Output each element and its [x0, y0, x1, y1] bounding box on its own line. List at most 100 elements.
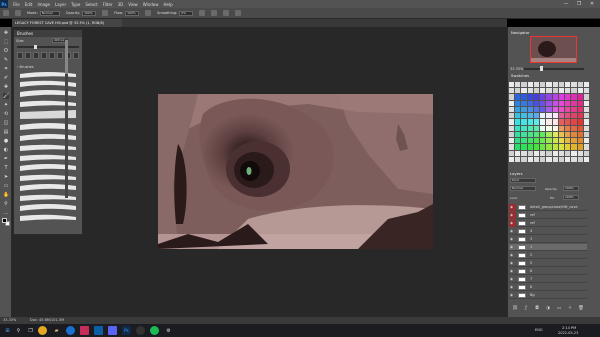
color-swatch[interactable] — [546, 150, 552, 156]
color-swatch[interactable] — [546, 82, 552, 88]
menu-filter[interactable]: Filter — [103, 2, 113, 7]
color-swatch[interactable] — [571, 88, 577, 94]
menu-3d[interactable]: 3D — [118, 2, 124, 7]
color-swatch[interactable] — [527, 144, 533, 150]
color-swatch[interactable] — [571, 106, 577, 113]
color-swatch[interactable] — [509, 131, 515, 138]
settings-icon[interactable]: ⚙ — [164, 326, 173, 335]
color-swatch[interactable] — [515, 119, 521, 125]
color-swatch[interactable] — [521, 125, 527, 131]
visibility-eye-icon[interactable]: ◉ — [510, 253, 515, 257]
color-swatch[interactable] — [583, 82, 589, 88]
navigator-view-box[interactable] — [530, 36, 577, 63]
color-swatch[interactable] — [546, 125, 552, 131]
color-swatch[interactable] — [521, 82, 527, 88]
layer-thumbnail[interactable] — [518, 261, 526, 266]
color-swatch[interactable] — [583, 131, 589, 138]
layer-name[interactable]: 2 — [530, 253, 532, 258]
color-swatch[interactable] — [552, 125, 558, 131]
brush-size-slider[interactable] — [17, 46, 79, 48]
color-swatch[interactable] — [565, 131, 571, 138]
search-icon[interactable]: ⚲ — [14, 326, 23, 335]
layer-name[interactable]: 4 — [530, 229, 532, 234]
color-swatch[interactable] — [558, 94, 565, 100]
color-swatch[interactable] — [540, 113, 546, 119]
color-swatch[interactable] — [509, 100, 515, 106]
document-tab[interactable]: LEGACY FOREST CAVE Hill.psd @ 33.3% (1, … — [12, 19, 122, 27]
color-swatch[interactable] — [515, 113, 521, 119]
layer-name[interactable]: detail_groupclose/Hill_cave — [530, 205, 578, 210]
flow-control[interactable]: Flow: 100% — [114, 10, 140, 16]
color-swatch[interactable] — [527, 100, 533, 106]
color-swatch[interactable] — [558, 82, 565, 88]
color-swatch[interactable] — [546, 119, 552, 125]
blur-icon[interactable]: ● — [3, 138, 9, 144]
visibility-eye-icon[interactable]: ◉ — [510, 245, 515, 249]
color-swatch[interactable] — [565, 119, 571, 125]
visibility-eye-icon[interactable]: ◉ — [510, 205, 515, 209]
color-swatch[interactable] — [583, 156, 589, 162]
color-swatch[interactable] — [558, 131, 565, 138]
more-tools-icon[interactable]: … — [3, 210, 9, 216]
color-swatch[interactable] — [521, 88, 527, 94]
color-swatch[interactable] — [558, 100, 565, 106]
color-swatch[interactable] — [577, 94, 583, 100]
layer-row[interactable]: ◉ ref — [509, 212, 587, 219]
color-swatch[interactable] — [565, 156, 571, 162]
color-swatch[interactable] — [552, 131, 558, 138]
navigator-zoom-slider[interactable] — [524, 68, 584, 70]
visibility-eye-icon[interactable]: ◉ — [510, 285, 515, 289]
layer-thumbnail[interactable] — [518, 253, 526, 258]
visibility-eye-icon[interactable]: ◉ — [510, 293, 515, 297]
color-swatch[interactable] — [565, 144, 571, 150]
color-swatch[interactable] — [577, 113, 583, 119]
adjustment-icon[interactable]: ◑ — [545, 306, 551, 312]
color-swatch[interactable] — [552, 138, 558, 144]
color-swatch[interactable] — [509, 138, 515, 144]
color-swatch[interactable] — [515, 144, 521, 150]
zoom-icon[interactable]: ⚲ — [3, 201, 9, 207]
color-swatch[interactable] — [583, 113, 589, 119]
color-swatch[interactable] — [546, 88, 552, 94]
layer-thumbnail[interactable] — [518, 213, 526, 218]
close-button[interactable]: ✕ — [586, 0, 598, 8]
color-swatch[interactable] — [509, 119, 515, 125]
visibility-eye-icon[interactable]: ◉ — [510, 261, 515, 265]
layer-row[interactable]: ◉ 2 — [509, 252, 587, 259]
color-swatch[interactable] — [571, 113, 577, 119]
layer-thumbnail[interactable] — [518, 269, 526, 274]
stamp-icon[interactable]: ✦ — [3, 102, 9, 108]
brush-preset[interactable] — [57, 52, 63, 59]
task-view-icon[interactable]: ❐ — [26, 326, 35, 335]
navigator-zoom[interactable]: 33.33% — [510, 67, 523, 71]
color-swatch[interactable] — [546, 131, 552, 138]
healing-icon[interactable]: ✚ — [3, 84, 9, 90]
color-swatch[interactable] — [515, 150, 521, 156]
color-swatch[interactable] — [546, 156, 552, 162]
color-swatch[interactable] — [577, 106, 583, 113]
opacity-field[interactable]: 100% — [82, 10, 97, 16]
color-swatch[interactable] — [552, 88, 558, 94]
color-swatch[interactable] — [509, 156, 515, 162]
eraser-icon[interactable]: ◫ — [3, 120, 9, 126]
layer-name[interactable]: 6 — [530, 269, 532, 274]
color-swatch[interactable] — [571, 131, 577, 138]
color-swatch[interactable] — [558, 106, 565, 113]
layer-name[interactable]: ref — [530, 213, 535, 218]
brush-tool-icon[interactable] — [3, 10, 9, 16]
navigator-zoom-knob[interactable] — [540, 66, 543, 71]
color-swatch[interactable] — [515, 138, 521, 144]
path-select-icon[interactable]: ➤ — [3, 174, 9, 180]
color-swatch[interactable] — [527, 82, 533, 88]
menu-file[interactable]: File — [13, 2, 20, 7]
color-swatch[interactable] — [521, 131, 527, 138]
hand-icon[interactable]: ✋ — [3, 192, 9, 198]
layer-thumbnail[interactable] — [518, 293, 526, 298]
color-swatch[interactable] — [527, 150, 533, 156]
color-swatch[interactable] — [509, 125, 515, 131]
color-swatch[interactable] — [515, 156, 521, 162]
color-swatch[interactable] — [546, 94, 552, 100]
opacity-control[interactable]: Opacity: 100% — [66, 10, 97, 16]
color-swatch[interactable] — [540, 94, 546, 100]
color-swatch[interactable] — [577, 138, 583, 144]
